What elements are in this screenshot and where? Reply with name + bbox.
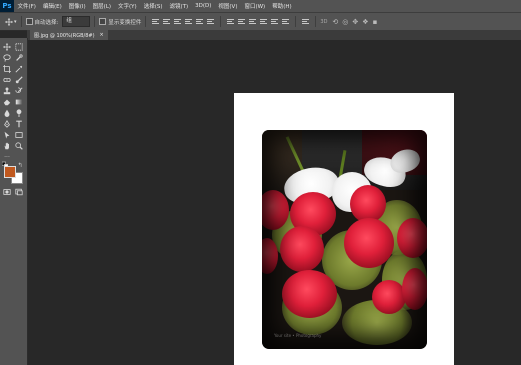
align-vertical-center-icon[interactable] <box>163 18 171 25</box>
show-transform-label: 显示变换控件 <box>108 19 142 26</box>
3d-mode-label-icon: 3D <box>320 18 328 25</box>
flower-bouquet-photo[interactable]: Your site • Photography <box>262 130 427 349</box>
history-brush-tool-icon[interactable] <box>14 86 24 96</box>
align-left-icon[interactable] <box>185 18 193 25</box>
distribute-bottom-icon[interactable] <box>249 18 257 25</box>
lasso-tool-icon[interactable] <box>2 53 12 63</box>
move-tool-icon[interactable] <box>4 17 13 26</box>
marquee-tool-icon[interactable] <box>14 42 24 52</box>
menu-help[interactable]: 帮助(H) <box>269 2 295 10</box>
healing-brush-tool-icon[interactable] <box>2 75 12 85</box>
chevron-down-icon[interactable]: ▾ <box>14 19 17 25</box>
gradient-tool-icon[interactable] <box>14 97 24 107</box>
3d-drag-icon[interactable]: ✥ <box>352 18 358 26</box>
document-tab-title: 图.jpg @ 100%(RGB/8#) <box>34 32 95 39</box>
zoom-tool-icon[interactable] <box>14 141 24 151</box>
3d-scale-icon[interactable]: ▪ <box>373 18 378 26</box>
3d-slide-icon[interactable]: ❖ <box>362 18 368 26</box>
quick-mask-icon[interactable] <box>2 187 12 197</box>
document-tab[interactable]: 图.jpg @ 100%(RGB/8#) × <box>30 30 108 40</box>
align-bottom-icon[interactable] <box>174 18 182 25</box>
show-transform-checkbox[interactable] <box>99 18 107 25</box>
align-top-icon[interactable] <box>152 18 160 25</box>
photoshop-logo: Ps <box>0 0 14 12</box>
menu-edit[interactable]: 编辑(E) <box>39 2 65 10</box>
distribute-top-icon[interactable] <box>227 18 235 25</box>
foreground-color-swatch[interactable] <box>4 166 16 178</box>
brush-tool-icon[interactable] <box>14 75 24 85</box>
menu-view[interactable]: 视图(V) <box>215 2 241 10</box>
menu-layer[interactable]: 图层(L) <box>89 2 114 10</box>
distribute-hcenter-icon[interactable] <box>271 18 279 25</box>
menu-image[interactable]: 图像(I) <box>65 2 89 10</box>
distribute-vcenter-icon[interactable] <box>238 18 246 25</box>
divider <box>145 16 147 27</box>
3d-roll-icon[interactable]: ◎ <box>342 18 348 26</box>
divider <box>94 16 96 27</box>
crop-tool-icon[interactable] <box>2 64 12 74</box>
menu-filter[interactable]: 滤镜(T) <box>166 2 192 10</box>
eraser-tool-icon[interactable] <box>2 97 12 107</box>
options-bar: ▾ 自动选择: 组 显示变换控件 3D ⟲ ◎ ✥ ❖ ▪ <box>0 12 521 31</box>
clone-stamp-tool-icon[interactable] <box>2 86 12 96</box>
auto-select-checkbox[interactable] <box>25 18 33 25</box>
menu-bar: Ps 文件(F) 编辑(E) 图像(I) 图层(L) 文字(Y) 选择(S) 滤… <box>0 0 521 12</box>
menu-file[interactable]: 文件(F) <box>14 2 39 10</box>
distribute-right-icon[interactable] <box>282 18 290 25</box>
move-tool-icon[interactable] <box>2 42 12 52</box>
menu-3d[interactable]: 3D(D) <box>192 3 215 9</box>
type-tool-icon[interactable] <box>14 119 24 129</box>
auto-select-label: 自动选择: <box>34 19 59 26</box>
dodge-tool-icon[interactable] <box>14 108 24 118</box>
document-tab-bar: 图.jpg @ 100%(RGB/8#) × <box>27 30 521 40</box>
eyedropper-tool-icon[interactable] <box>14 64 24 74</box>
rectangle-tool-icon[interactable] <box>14 130 24 140</box>
distribute-left-icon[interactable] <box>260 18 268 25</box>
align-right-icon[interactable] <box>207 18 215 25</box>
close-icon[interactable]: × <box>100 32 104 38</box>
divider <box>315 16 317 27</box>
hand-tool-icon[interactable] <box>2 141 12 151</box>
align-horizontal-center-icon[interactable] <box>196 18 204 25</box>
auto-select-dropdown[interactable]: 组 <box>62 16 91 27</box>
pen-tool-icon[interactable] <box>2 119 12 129</box>
photo-watermark: Your site • Photography <box>274 333 322 338</box>
menu-window[interactable]: 窗口(W) <box>241 2 269 10</box>
blur-tool-icon[interactable] <box>2 108 12 118</box>
menu-type[interactable]: 文字(Y) <box>115 2 141 10</box>
divider <box>20 16 22 27</box>
quick-selection-tool-icon[interactable] <box>14 53 24 63</box>
3d-rotate-icon[interactable]: ⟲ <box>332 18 338 26</box>
menu-select[interactable]: 选择(S) <box>140 2 166 10</box>
screen-mode-icon[interactable] <box>14 187 24 197</box>
path-selection-tool-icon[interactable] <box>2 130 12 140</box>
divider <box>220 16 222 27</box>
divider <box>295 16 297 27</box>
swap-colors-icon[interactable]: ↰ <box>17 162 23 169</box>
tools-panel: ··· ↰ <box>0 38 28 365</box>
auto-align-layers-icon[interactable] <box>302 18 310 25</box>
